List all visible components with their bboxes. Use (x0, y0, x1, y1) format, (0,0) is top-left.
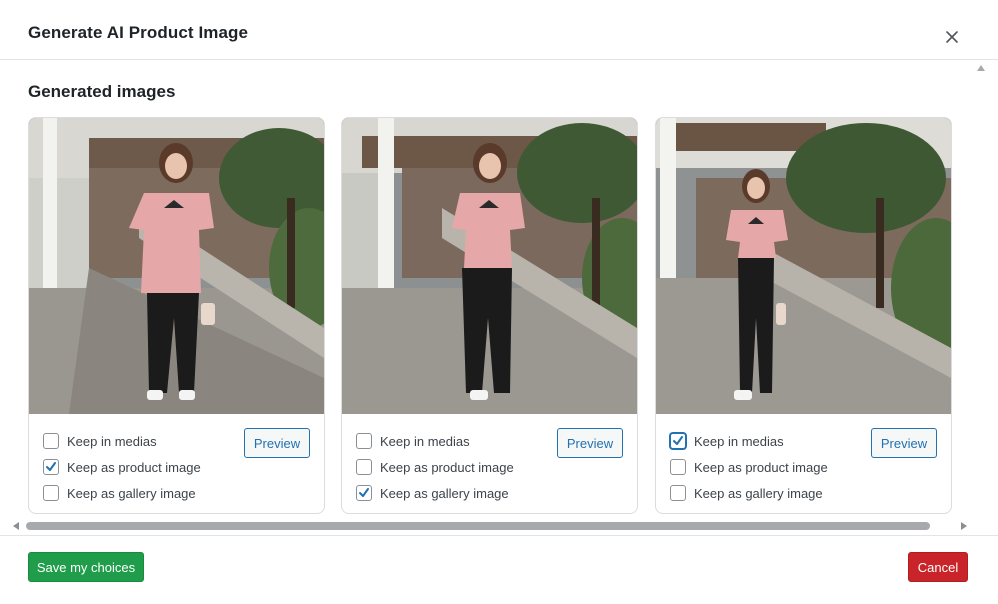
section-title: Generated images (28, 82, 176, 101)
scroll-up-arrow-icon[interactable] (975, 63, 987, 73)
checkmark-icon (359, 488, 369, 497)
keep-in-medias-option[interactable]: Keep in medias (43, 428, 243, 454)
generated-image-card: Keep in medias Keep as product image Kee… (655, 117, 952, 514)
generate-image-modal: Generate AI Product Image Generated imag… (0, 0, 998, 604)
keep-as-gallery-image-option[interactable]: Keep as gallery image (670, 480, 870, 506)
modal-title: Generate AI Product Image (28, 23, 249, 42)
keep-as-product-image-checkbox[interactable] (43, 459, 59, 475)
keep-as-gallery-image-option[interactable]: Keep as gallery image (356, 480, 556, 506)
keep-as-product-image-option[interactable]: Keep as product image (670, 454, 870, 480)
scroll-right-arrow-icon[interactable] (958, 521, 970, 531)
option-label: Keep as gallery image (67, 485, 196, 501)
close-button[interactable] (940, 26, 964, 48)
option-label: Keep as gallery image (380, 485, 509, 501)
option-label: Keep in medias (694, 433, 784, 449)
checkmark-icon (673, 436, 683, 445)
generated-image (656, 118, 951, 414)
keep-as-gallery-image-checkbox[interactable] (356, 485, 372, 501)
keep-in-medias-option[interactable]: Keep in medias (356, 428, 556, 454)
generated-image (342, 118, 637, 414)
save-choices-button[interactable]: Save my choices (28, 552, 144, 582)
preview-button[interactable]: Preview (244, 428, 310, 458)
modal-header: Generate AI Product Image (0, 0, 998, 60)
close-icon (946, 31, 958, 43)
modal-footer: Save my choices Cancel (0, 535, 998, 604)
keep-as-product-image-checkbox[interactable] (356, 459, 372, 475)
option-label: Keep as gallery image (694, 485, 823, 501)
keep-as-product-image-option[interactable]: Keep as product image (43, 454, 243, 480)
option-label: Keep as product image (694, 459, 828, 475)
checkmark-icon (46, 462, 56, 471)
cancel-button[interactable]: Cancel (908, 552, 968, 582)
generated-image (29, 118, 324, 414)
image-options: Keep in medias Keep as product image Kee… (43, 428, 243, 506)
keep-as-gallery-image-checkbox[interactable] (43, 485, 59, 501)
keep-as-product-image-option[interactable]: Keep as product image (356, 454, 556, 480)
scroll-left-arrow-icon[interactable] (10, 521, 22, 531)
option-label: Keep in medias (380, 433, 470, 449)
generated-image-card: Keep in medias Keep as product image Kee… (28, 117, 325, 514)
keep-as-gallery-image-option[interactable]: Keep as gallery image (43, 480, 243, 506)
image-options: Keep in medias Keep as product image Kee… (356, 428, 556, 506)
keep-as-gallery-image-checkbox[interactable] (670, 485, 686, 501)
horizontal-scrollbar[interactable] (10, 519, 972, 533)
scrollbar-thumb[interactable] (26, 522, 930, 530)
image-options: Keep in medias Keep as product image Kee… (670, 428, 870, 506)
option-label: Keep in medias (67, 433, 157, 449)
keep-in-medias-checkbox[interactable] (356, 433, 372, 449)
generated-image-card: Keep in medias Keep as product image Kee… (341, 117, 638, 514)
keep-in-medias-checkbox[interactable] (43, 433, 59, 449)
keep-as-product-image-checkbox[interactable] (670, 459, 686, 475)
preview-button[interactable]: Preview (871, 428, 937, 458)
option-label: Keep as product image (380, 459, 514, 475)
keep-in-medias-option[interactable]: Keep in medias (670, 428, 870, 454)
option-label: Keep as product image (67, 459, 201, 475)
keep-in-medias-checkbox[interactable] (670, 433, 686, 449)
vertical-scrollbar[interactable] (975, 75, 987, 515)
preview-button[interactable]: Preview (557, 428, 623, 458)
